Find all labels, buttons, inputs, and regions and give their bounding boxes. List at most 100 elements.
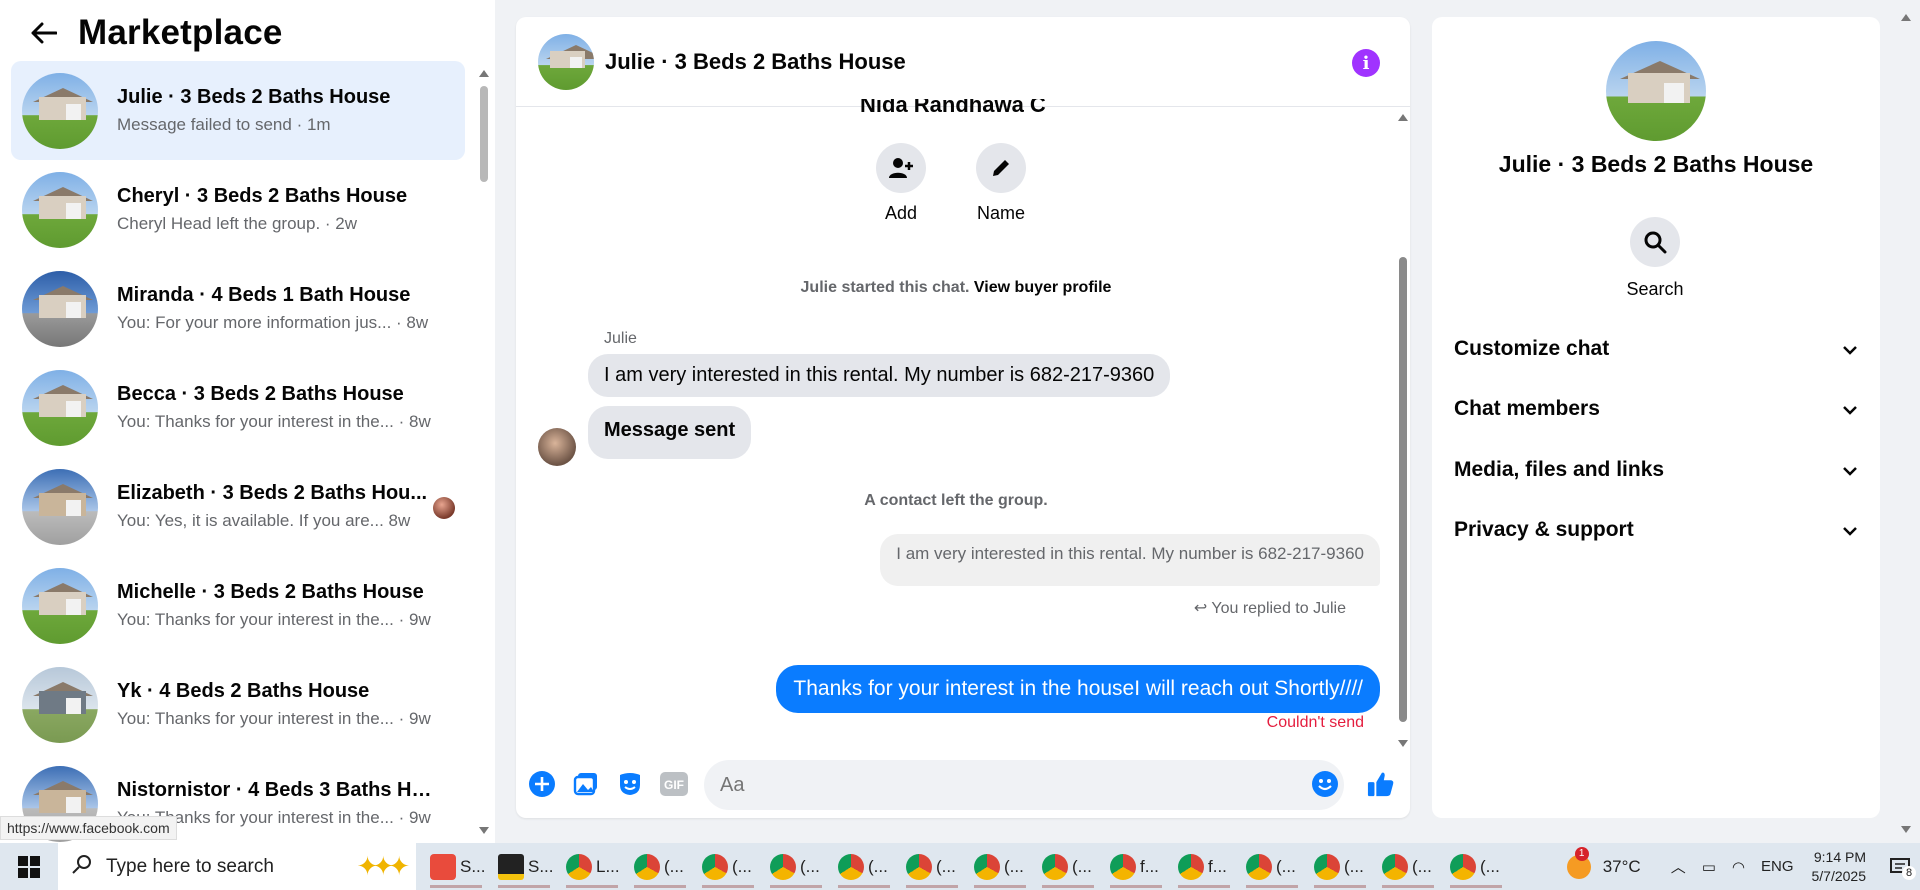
media-files-links-section[interactable]: Media, files and links [1454, 458, 1858, 482]
chrome-icon [1450, 853, 1476, 880]
taskbar-app[interactable]: (... [966, 843, 1034, 890]
notification-icon[interactable]: 8 [1880, 857, 1920, 880]
chrome-icon [566, 853, 592, 880]
listing-avatar [22, 171, 98, 248]
conversation-list: Julie · 3 Beds 2 Baths House Message fai… [11, 61, 465, 853]
search-icon [1630, 217, 1680, 267]
name-group-button[interactable]: Name [976, 143, 1026, 224]
chevron-down-icon [1842, 397, 1858, 421]
incoming-message[interactable]: I am very interested in this rental. My … [588, 354, 1171, 397]
conversation-item-michelle[interactable]: Michelle · 3 Beds 2 Baths House You: Tha… [11, 556, 465, 655]
wifi-icon[interactable]: ◠ [1732, 858, 1745, 876]
taskbar-app[interactable]: (... [694, 843, 762, 890]
listing-avatar [22, 468, 98, 545]
page-scroll-down-arrow-icon[interactable] [1901, 826, 1911, 833]
taskbar-app[interactable]: (... [1306, 843, 1374, 890]
conversation-name: Yk · 4 Beds 2 Baths House [117, 680, 370, 702]
conversation-item-miranda[interactable]: Miranda · 4 Beds 1 Bath House You: For y… [11, 259, 465, 358]
conversation-item-cheryl[interactable]: Cheryl · 3 Beds 2 Baths House Cheryl Hea… [11, 160, 465, 259]
chat-members-section[interactable]: Chat members [1454, 397, 1858, 421]
taskbar-app[interactable]: f... [1170, 843, 1238, 890]
send-failed-status[interactable]: Couldn't send [1267, 714, 1364, 732]
chrome-icon [702, 853, 728, 880]
search-icon [72, 854, 92, 880]
weather-widget[interactable]: 1 37°C [1566, 846, 1641, 879]
chat-avatar[interactable] [538, 33, 594, 90]
chrome-icon [1178, 853, 1204, 880]
taskbar-app[interactable]: L... [558, 843, 626, 890]
language-indicator[interactable]: ENG [1761, 858, 1794, 875]
chat-title[interactable]: Julie · 3 Beds 2 Baths House [605, 49, 906, 75]
conversation-preview: Cheryl Head left the group. [117, 214, 321, 233]
taskbar-app[interactable]: (... [1374, 843, 1442, 890]
chrome-icon [1110, 853, 1136, 880]
conversation-item-elizabeth[interactable]: Elizabeth · 3 Beds 2 Baths Hou... You: Y… [11, 457, 465, 556]
taskbar-app[interactable]: (... [830, 843, 898, 890]
conversation-preview: You: Thanks for your interest in the... [117, 610, 394, 629]
photo-icon[interactable] [572, 770, 600, 798]
scroll-down-arrow-icon[interactable] [1398, 740, 1408, 747]
conversation-time: · 9w [393, 610, 431, 629]
page-title: Marketplace [78, 13, 283, 52]
taskbar-clock[interactable]: 9:14 PM 5/7/2025 [1812, 848, 1867, 886]
like-thumbs-up-icon[interactable] [1367, 770, 1395, 798]
left-group-notice: A contact left the group. [864, 492, 1048, 509]
taskbar-app[interactable]: (... [898, 843, 966, 890]
taskbar-app[interactable]: (... [1238, 843, 1306, 890]
taskbar-app[interactable]: S... [422, 843, 490, 890]
taskbar-app[interactable]: (... [626, 843, 694, 890]
taskbar-app[interactable]: S... [490, 843, 558, 890]
conversation-name: Elizabeth · 3 Beds 2 Baths Hou... [117, 482, 428, 504]
sender-avatar[interactable] [538, 428, 576, 466]
taskbar-search-box[interactable]: Type here to search ✦✦✦ [58, 843, 416, 890]
battery-icon[interactable]: ▭ [1702, 858, 1716, 876]
left-header: Marketplace [0, 0, 495, 66]
listing-avatar [22, 567, 98, 644]
chat-scrollbar[interactable] [1396, 107, 1410, 747]
conversation-time: 8w [383, 511, 411, 530]
scroll-up-arrow-icon[interactable] [479, 70, 489, 77]
listing-avatar [22, 666, 98, 743]
name-label: Name [976, 203, 1025, 223]
chevron-up-icon[interactable]: ︿ [1671, 856, 1686, 877]
taskbar-app[interactable]: f... [1102, 843, 1170, 890]
conversation-name: Julie · 3 Beds 2 Baths House [117, 86, 391, 108]
clock-time: 9:14 PM [1813, 848, 1866, 865]
windows-start-icon[interactable] [0, 843, 58, 890]
conversation-name: Cheryl · 3 Beds 2 Baths House [117, 185, 408, 207]
sticker-icon[interactable] [616, 770, 644, 798]
conversation-item-yk[interactable]: Yk · 4 Beds 2 Baths House You: Thanks fo… [11, 655, 465, 754]
quoted-message[interactable]: I am very interested in this rental. My … [880, 534, 1380, 586]
emoji-icon[interactable] [1311, 770, 1339, 798]
conversation-item-julie[interactable]: Julie · 3 Beds 2 Baths House Message fai… [11, 61, 465, 160]
taskbar-app[interactable]: (... [762, 843, 830, 890]
add-member-button[interactable]: Add [876, 143, 926, 224]
info-icon[interactable]: i [1352, 49, 1380, 77]
scroll-up-arrow-icon[interactable] [1398, 114, 1408, 121]
page-scroll-up-arrow-icon[interactable] [1901, 14, 1911, 21]
plus-icon[interactable] [528, 770, 556, 798]
gif-icon[interactable]: GIF [660, 770, 688, 798]
chat-info-avatar [1606, 41, 1706, 141]
listing-avatar [22, 270, 98, 347]
message-thread: Nida Randhawa C Add Name Julie started t… [516, 99, 1396, 747]
incoming-message[interactable]: Message sent [588, 406, 752, 459]
conversation-item-becca[interactable]: Becca · 3 Beds 2 Baths House You: Thanks… [11, 358, 465, 457]
taskbar-app[interactable]: (... [1034, 843, 1102, 890]
conversation-time: · 8w [393, 412, 431, 431]
customize-chat-section[interactable]: Customize chat [1454, 337, 1858, 361]
taskbar-app[interactable]: (... [1442, 843, 1510, 890]
back-arrow-icon[interactable] [26, 15, 62, 51]
view-buyer-profile-link[interactable]: View buyer profile [974, 279, 1112, 296]
scrollbar-thumb[interactable] [480, 86, 488, 182]
outgoing-message[interactable]: Thanks for your interest in the houseI w… [776, 665, 1380, 713]
scroll-down-arrow-icon[interactable] [479, 827, 489, 834]
listing-avatar [22, 72, 98, 149]
scrollbar-thumb[interactable] [1399, 257, 1407, 722]
notification-count: 8 [1902, 865, 1916, 880]
conversation-list-scrollbar[interactable] [477, 66, 491, 836]
message-input[interactable] [704, 760, 1344, 810]
privacy-support-section[interactable]: Privacy & support [1454, 518, 1858, 542]
search-in-chat-button[interactable]: Search [1626, 217, 1684, 300]
reply-arrow-icon: ↩ [1193, 600, 1208, 617]
